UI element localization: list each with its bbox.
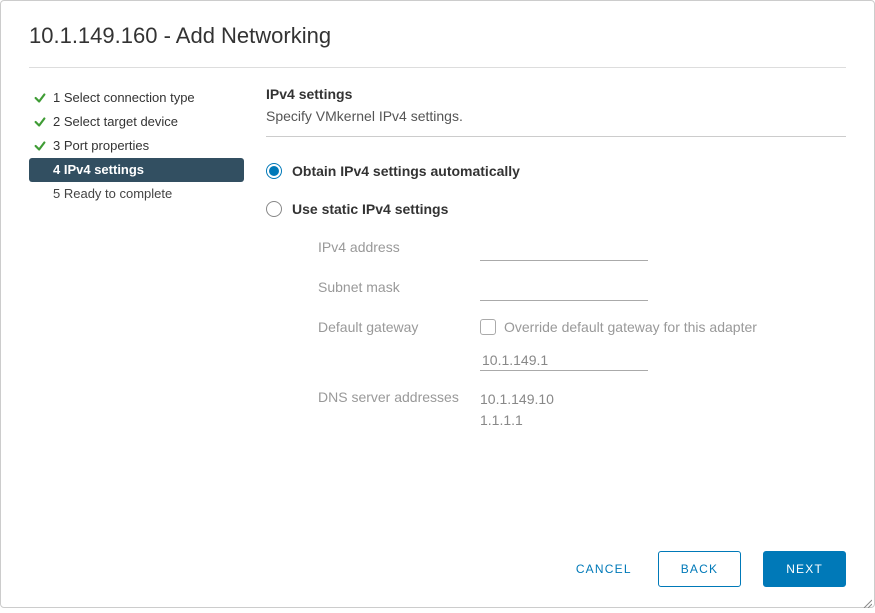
checkmark-icon (33, 91, 47, 105)
field-label: Subnet mask (318, 279, 480, 295)
dialog-body: 1 Select connection type 2 Select target… (1, 68, 874, 533)
dns-values: 10.1.149.10 1.1.1.1 (480, 389, 554, 431)
override-gateway-row[interactable]: Override default gateway for this adapte… (480, 319, 757, 335)
field-dns-addresses: DNS server addresses 10.1.149.10 1.1.1.1 (318, 389, 846, 431)
content-subtitle: Specify VMkernel IPv4 settings. (266, 108, 846, 124)
field-label: IPv4 address (318, 239, 480, 255)
dialog-footer: CANCEL BACK NEXT (1, 533, 874, 607)
back-button[interactable]: BACK (658, 551, 741, 587)
next-button[interactable]: NEXT (763, 551, 846, 587)
step-label: 3 Port properties (53, 134, 149, 158)
checkbox-icon (480, 319, 496, 335)
step-label: 5 Ready to complete (53, 182, 172, 206)
step-label: 4 IPv4 settings (53, 158, 144, 182)
step-content: IPv4 settings Specify VMkernel IPv4 sett… (244, 86, 846, 533)
step-label: 1 Select connection type (53, 86, 195, 110)
wizard-steps-sidebar: 1 Select connection type 2 Select target… (29, 86, 244, 533)
field-ipv4-address: IPv4 address (318, 239, 846, 261)
step-port-properties[interactable]: 3 Port properties (29, 134, 244, 158)
step-select-target-device[interactable]: 2 Select target device (29, 110, 244, 134)
cancel-button[interactable]: CANCEL (572, 552, 636, 586)
field-default-gateway: Default gateway Override default gateway… (318, 319, 846, 371)
checkmark-icon (33, 139, 47, 153)
content-title: IPv4 settings (266, 86, 846, 102)
radio-label: Obtain IPv4 settings automatically (292, 163, 520, 179)
radio-icon (266, 201, 282, 217)
field-subnet-mask: Subnet mask (318, 279, 846, 301)
dns-value-1: 10.1.149.10 (480, 389, 554, 410)
static-ipv4-fields: IPv4 address Subnet mask Default gateway… (266, 239, 846, 431)
radio-label: Use static IPv4 settings (292, 201, 448, 217)
ipv4-address-input[interactable] (480, 239, 648, 261)
subnet-mask-input[interactable] (480, 279, 648, 301)
radio-icon (266, 163, 282, 179)
radio-obtain-auto[interactable]: Obtain IPv4 settings automatically (266, 163, 846, 179)
radio-use-static[interactable]: Use static IPv4 settings (266, 201, 846, 217)
step-ipv4-settings[interactable]: 4 IPv4 settings (29, 158, 244, 182)
step-ready-to-complete[interactable]: 5 Ready to complete (29, 182, 244, 206)
add-networking-dialog: 10.1.149.160 - Add Networking 1 Select c… (0, 0, 875, 608)
default-gateway-input[interactable] (480, 349, 648, 371)
field-label: Default gateway (318, 319, 480, 335)
resize-grip-icon[interactable] (862, 595, 872, 605)
field-label: DNS server addresses (318, 389, 480, 405)
override-gateway-label: Override default gateway for this adapte… (504, 319, 757, 335)
content-divider (266, 136, 846, 137)
checkmark-icon (33, 115, 47, 129)
step-label: 2 Select target device (53, 110, 178, 134)
dialog-title: 10.1.149.160 - Add Networking (1, 1, 874, 67)
step-select-connection-type[interactable]: 1 Select connection type (29, 86, 244, 110)
dns-value-2: 1.1.1.1 (480, 410, 554, 431)
